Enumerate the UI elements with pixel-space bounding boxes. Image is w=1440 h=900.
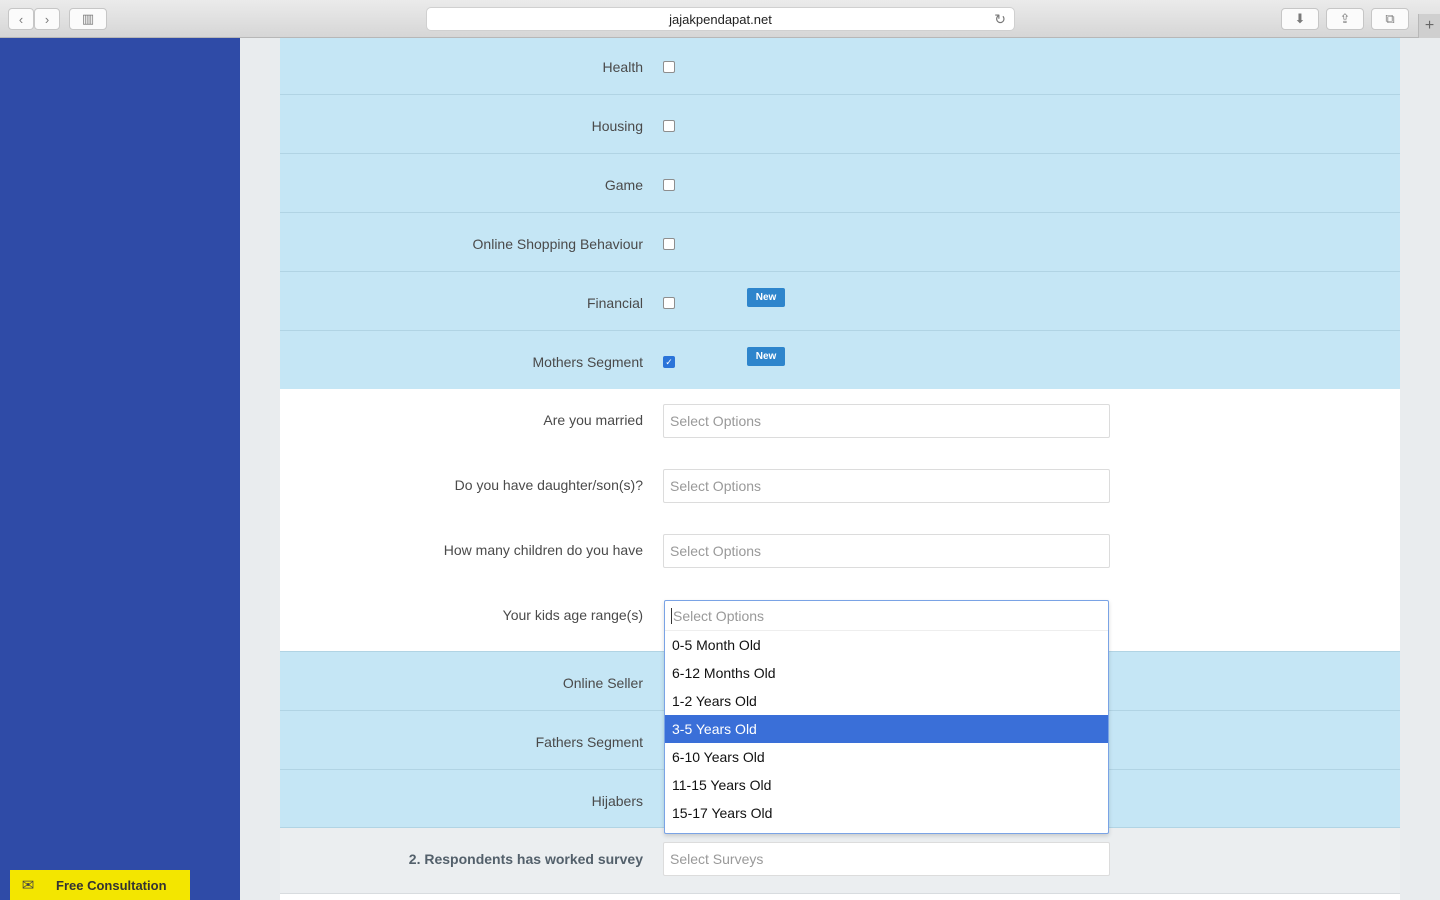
section-respondents-worked-survey: 2. Respondents has worked survey Select … [280,828,1400,894]
segment-label: Online Shopping Behaviour [472,236,643,252]
envelope-icon: ✉ [21,877,35,894]
downloads-button[interactable]: ⬇ [1281,8,1319,30]
segment-row-health: Health [280,38,1400,95]
share-icon: ⇪ [1339,11,1351,26]
chevron-left-icon: ‹ [18,11,24,27]
select-placeholder: Select Options [670,413,762,429]
segment-label: Financial [586,295,643,311]
consultation-label: Free Consultation [56,877,167,893]
forward-button[interactable]: › [34,8,60,30]
tabs-overview-button[interactable]: ⧉ [1371,8,1409,30]
plus-icon: + [1424,17,1435,34]
segment-label: Fathers Segment [535,734,643,750]
dropdown-option-highlighted[interactable]: 3-5 Years Old [665,715,1108,743]
segment-row-game: Game [280,154,1400,213]
kids-age-range-dropdown[interactable]: Select Options 0-5 Month Old 6-12 Months… [664,600,1109,834]
segment-row-housing: Housing [280,95,1400,154]
new-badge: New [747,347,785,366]
segment-checkbox[interactable] [663,297,675,309]
segment-checkbox-checked[interactable]: ✓ [663,356,675,368]
dropdown-option[interactable]: 0-5 Month Old [665,631,1108,659]
share-button[interactable]: ⇪ [1326,8,1364,30]
married-select[interactable]: Select Options [663,404,1110,438]
select-placeholder: Select Options [670,543,762,559]
segment-label: Mothers Segment [532,354,644,370]
dropdown-option[interactable]: 1-2 Years Old [665,687,1108,715]
reload-icon[interactable]: ↻ [994,11,1006,28]
segment-checkbox[interactable] [663,238,675,250]
segment-label: Housing [591,118,643,134]
sidebar-toggle-button[interactable]: ▥ [69,8,107,30]
sidebar-icon: ▥ [81,11,95,26]
section-label: 2. Respondents has worked survey [408,851,643,867]
segment-row-financial: Financial New [280,272,1400,331]
dropdown-option[interactable]: 6-12 Months Old [665,659,1108,687]
segment-checkbox[interactable] [663,179,675,191]
browser-toolbar: ‹ › ▥ jajakpendapat.net ↻ ⬇ ⇪ ⧉ + [0,0,1440,38]
segment-label: Online Seller [562,675,643,691]
text-caret [671,607,672,624]
segment-row-mothers: Mothers Segment ✓ New [280,331,1400,389]
address-bar[interactable]: jajakpendapat.net ↻ [426,7,1015,31]
segment-checkbox[interactable] [663,120,675,132]
free-consultation-button[interactable]: ✉ Free Consultation [10,870,190,900]
download-icon: ⬇ [1294,11,1306,26]
dropdown-option[interactable]: 11-15 Years Old [665,771,1108,799]
section-divider [280,894,1400,900]
surveys-select[interactable]: Select Surveys [663,842,1110,876]
segment-row-online-shopping: Online Shopping Behaviour [280,213,1400,272]
segment-label: Hijabers [591,793,643,809]
question-label: Do you have daughter/son(s)? [454,477,643,493]
select-placeholder: Select Options [670,478,762,494]
dropdown-placeholder: Select Options [673,607,765,624]
question-label: Your kids age range(s) [502,607,643,623]
sidebar [0,38,240,900]
question-label: How many children do you have [443,542,643,558]
dropdown-search-input[interactable]: Select Options [665,601,1108,631]
url-text: jajakpendapat.net [669,11,772,27]
segment-label: Health [602,59,643,75]
question-label: Are you married [543,412,643,428]
new-tab-button[interactable]: + [1418,14,1440,38]
children-count-select[interactable]: Select Options [663,534,1110,568]
dropdown-option[interactable]: 15-17 Years Old [665,799,1108,827]
select-placeholder: Select Surveys [670,851,764,867]
new-badge: New [747,288,785,307]
dropdown-option[interactable]: 6-10 Years Old [665,743,1108,771]
segment-checkbox[interactable] [663,61,675,73]
children-select[interactable]: Select Options [663,469,1110,503]
back-button[interactable]: ‹ [8,8,34,30]
checkmark-icon: ✓ [665,356,673,367]
segment-label: Game [604,177,643,193]
chevron-right-icon: › [44,11,50,27]
tabs-icon: ⧉ [1385,11,1395,26]
